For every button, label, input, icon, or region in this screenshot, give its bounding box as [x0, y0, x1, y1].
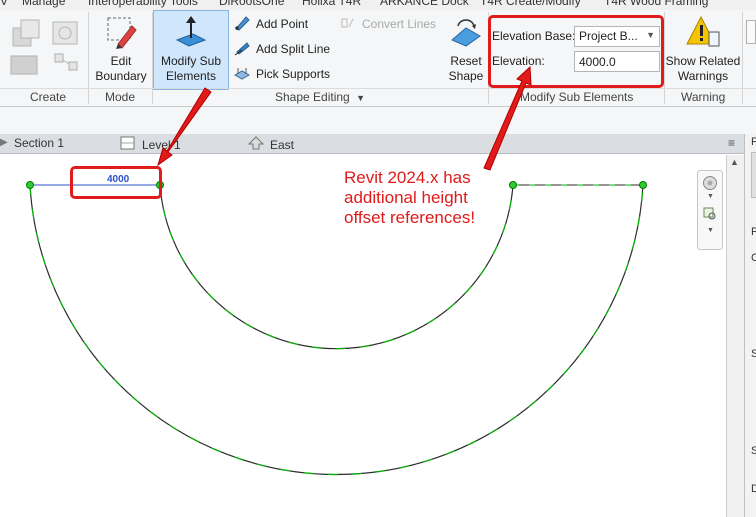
- group-divider: [88, 12, 89, 104]
- zoom-region-icon[interactable]: [703, 207, 717, 224]
- highlight-elevation-fields: [488, 15, 664, 88]
- pencil-boundary-icon: [104, 17, 138, 53]
- ribbon-tab-manage[interactable]: Manage: [22, 0, 65, 8]
- tab-level-1-label: Level 1: [142, 137, 181, 152]
- annotation-text: Revit 2024.x has additional height offse…: [344, 168, 476, 227]
- modify-sub-elements-label: Modify Sub Elements: [160, 54, 222, 83]
- properties-letter: D: [751, 483, 756, 495]
- supports-icon: [233, 65, 251, 84]
- warning-icon: [685, 15, 721, 53]
- properties-letter: P: [751, 136, 756, 148]
- convert-lines-icon: [340, 15, 356, 34]
- highlight-dimension: [70, 166, 162, 199]
- ribbon-label-divider: [0, 88, 756, 89]
- arrow-up-plane-icon: [173, 16, 209, 53]
- ribbon-tab-bar: V Manage Interoperability Tools DiRootsO…: [0, 0, 756, 10]
- create-tools[interactable]: [6, 14, 86, 84]
- group-label-warning: Warning: [681, 90, 726, 104]
- properties-letter: F: [751, 226, 756, 238]
- ribbon-tab-holixa[interactable]: Holixa T4R: [302, 0, 361, 8]
- outer-arc-edge-green: [29, 184, 644, 476]
- vertex-point: [639, 181, 647, 189]
- ribbon-tab-arkance[interactable]: ARKANCE Dock: [380, 0, 469, 8]
- group-label-create: Create: [30, 90, 67, 104]
- vertex-point: [26, 181, 34, 189]
- edit-boundary-label: Edit Boundary: [95, 54, 147, 83]
- elevation-view-icon: [247, 136, 265, 153]
- properties-panel[interactable]: P F C S S D: [744, 134, 756, 517]
- pick-supports-button[interactable]: Pick Supports: [233, 64, 331, 84]
- outer-arc-edge: [29, 184, 644, 476]
- plan-view-icon: [120, 136, 136, 153]
- show-related-warnings-button[interactable]: Show Related Warnings: [664, 14, 742, 84]
- group-label-shape-editing[interactable]: Shape Editing ▼: [275, 90, 365, 104]
- ribbon-tab-t4r-wood[interactable]: T4R Wood Framing: [604, 0, 708, 8]
- navigation-bar[interactable]: ▼ ▼: [697, 170, 723, 250]
- type-selector[interactable]: [751, 152, 756, 198]
- ribbon-tab-t4r-create[interactable]: T4R Create/Modify: [480, 0, 581, 8]
- group-divider: [742, 12, 743, 104]
- tab-overflow-icon[interactable]: ≡: [728, 136, 735, 150]
- properties-letter: S: [751, 445, 756, 457]
- edit-boundary-button[interactable]: Edit Boundary: [93, 14, 149, 84]
- add-point-label: Add Point: [256, 17, 309, 31]
- properties-letter: C: [751, 252, 756, 264]
- overflow-button[interactable]: [746, 20, 756, 44]
- reset-shape-icon: [448, 19, 484, 53]
- ribbon-tab-interoperability[interactable]: Interoperability Tools: [88, 0, 198, 8]
- pencil-line-icon: [234, 40, 250, 59]
- add-split-line-button[interactable]: Add Split Line: [234, 39, 330, 59]
- chevron-down-icon: ▼: [356, 93, 365, 103]
- pencil-point-icon: [234, 15, 250, 34]
- vertical-scrollbar[interactable]: ▲: [726, 155, 744, 517]
- group-label-mode: Mode: [105, 90, 136, 104]
- add-point-button[interactable]: Add Point: [234, 14, 308, 34]
- chevron-down-icon[interactable]: ▼: [707, 193, 714, 200]
- caret-right-icon: ▶: [0, 137, 8, 148]
- options-bar: [0, 107, 756, 134]
- tab-section-1[interactable]: Section 1: [14, 136, 64, 150]
- tab-east-label: East: [270, 137, 295, 152]
- show-related-warnings-label: Show Related Warnings: [665, 54, 741, 83]
- convert-lines-button[interactable]: Convert Lines: [340, 14, 436, 34]
- steering-wheel-icon[interactable]: [702, 175, 718, 194]
- scroll-up-icon[interactable]: ▲: [730, 157, 739, 167]
- add-split-line-label: Add Split Line: [256, 42, 331, 56]
- reset-shape-button[interactable]: Reset Shape: [444, 14, 488, 84]
- cube-icon: [7, 19, 85, 85]
- vertex-point: [509, 181, 517, 189]
- ribbon-tab-dirootsone[interactable]: DiRootsOne: [219, 0, 284, 8]
- shape-editing-label-text: Shape Editing: [275, 90, 350, 104]
- tab-level-1[interactable]: Level 1: [120, 136, 181, 153]
- group-label-modify-sub-elements: Modify Sub Elements: [520, 90, 634, 104]
- tab-east[interactable]: East: [247, 136, 295, 153]
- chevron-down-icon[interactable]: ▼: [707, 227, 714, 234]
- tab-section-1-label: Section 1: [14, 136, 65, 150]
- convert-lines-label: Convert Lines: [362, 17, 437, 31]
- properties-letter: S: [751, 348, 756, 360]
- pick-supports-label: Pick Supports: [256, 67, 331, 81]
- view-tab-bar: ▶ Section 1 Level 1 East ≡: [0, 134, 744, 154]
- reset-shape-label: Reset Shape: [448, 54, 484, 83]
- ribbon-tab-partial[interactable]: V: [0, 0, 8, 8]
- modify-sub-elements-button[interactable]: Modify Sub Elements: [154, 14, 228, 84]
